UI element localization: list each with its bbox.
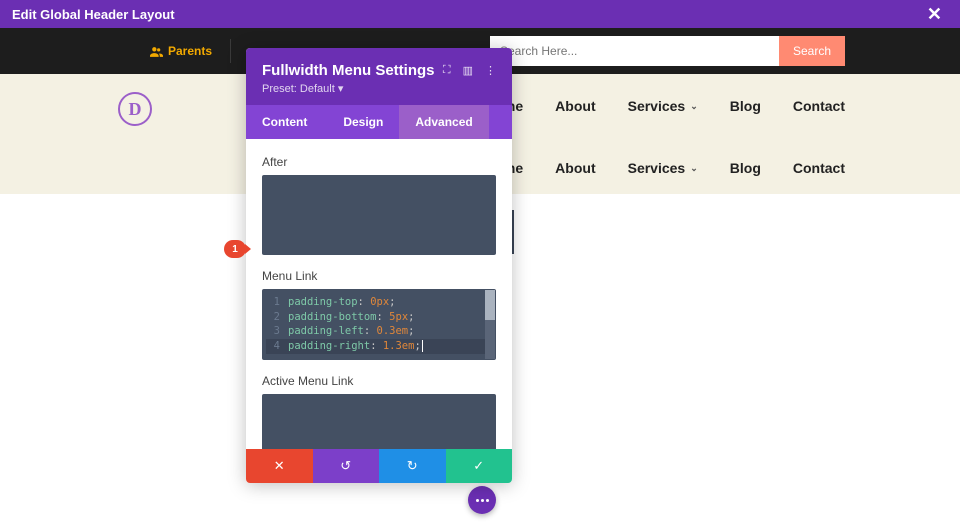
after-css-input[interactable] [262, 175, 496, 255]
cancel-button[interactable]: ✕ [246, 449, 313, 483]
label-after: After [262, 155, 496, 169]
menu-row-2: Home About Services⌄ Blog Contact [484, 160, 845, 176]
line-num: 1 [266, 295, 280, 310]
kebab-icon[interactable]: ⋮ [485, 64, 496, 77]
preset-label[interactable]: Preset: Default ▾ [262, 82, 496, 95]
tab-design[interactable]: Design [327, 105, 399, 139]
nav2-services[interactable]: Services ⌄ [628, 160, 698, 176]
annotation-marker-1: 1 [224, 240, 246, 258]
label-active-menu-link: Active Menu Link [262, 374, 496, 388]
close-icon[interactable]: ✕ [927, 5, 942, 23]
parents-label: Parents [168, 44, 212, 58]
builder-fab[interactable] [468, 486, 496, 514]
nav2-about[interactable]: About [555, 160, 595, 176]
nav2-services-label: Services [628, 160, 686, 176]
page-title: Edit Global Header Layout [12, 7, 175, 22]
panel-header: Fullwidth Menu Settings ⛶ ▥ ⋮ Preset: De… [246, 48, 512, 105]
chevron-down-icon: ⌄ [690, 101, 698, 112]
nav2-blog[interactable]: Blog [730, 160, 761, 176]
redo-button[interactable]: ↻ [379, 449, 446, 483]
line-num: 4 [266, 339, 280, 354]
nav-services[interactable]: Services ⌄ [628, 98, 698, 114]
search-input[interactable] [490, 36, 779, 66]
nav-contact[interactable]: Contact [793, 98, 845, 114]
panel-footer: ✕ ↺ ↻ ✓ [246, 449, 512, 483]
nav2-contact[interactable]: Contact [793, 160, 845, 176]
panel-title: Fullwidth Menu Settings [262, 62, 435, 79]
menu-row-1: Home About Services⌄ Blog Contact [484, 98, 845, 114]
parents-link[interactable]: Parents [150, 44, 212, 58]
search-wrap: Search [490, 36, 845, 66]
users-icon [150, 46, 163, 57]
columns-icon[interactable]: ▥ [463, 64, 473, 77]
tab-advanced[interactable]: Advanced [399, 105, 488, 139]
search-button[interactable]: Search [779, 36, 845, 66]
divi-logo[interactable]: D [118, 92, 152, 126]
menu-link-css-input[interactable]: 1padding-top: 0px; 2padding-bottom: 5px;… [262, 289, 496, 360]
settings-panel: Fullwidth Menu Settings ⛶ ▥ ⋮ Preset: De… [246, 48, 512, 483]
tab-content[interactable]: Content [246, 105, 327, 139]
line-num: 3 [266, 324, 280, 339]
panel-tabs: Content Design Advanced [246, 105, 512, 139]
line-num: 2 [266, 310, 280, 325]
chevron-down-icon: ⌄ [690, 163, 698, 174]
nav-services-label: Services [628, 98, 686, 114]
code-scrollbar[interactable] [485, 290, 495, 359]
nav-about[interactable]: About [555, 98, 595, 114]
save-button[interactable]: ✓ [446, 449, 513, 483]
panel-body: After Menu Link 1padding-top: 0px; 2padd… [246, 139, 512, 449]
divider [230, 39, 231, 63]
active-menu-link-css-input[interactable] [262, 394, 496, 449]
nav-blog[interactable]: Blog [730, 98, 761, 114]
label-menu-link: Menu Link [262, 269, 496, 283]
expand-icon[interactable]: ⛶ [443, 64, 451, 77]
undo-button[interactable]: ↺ [313, 449, 380, 483]
